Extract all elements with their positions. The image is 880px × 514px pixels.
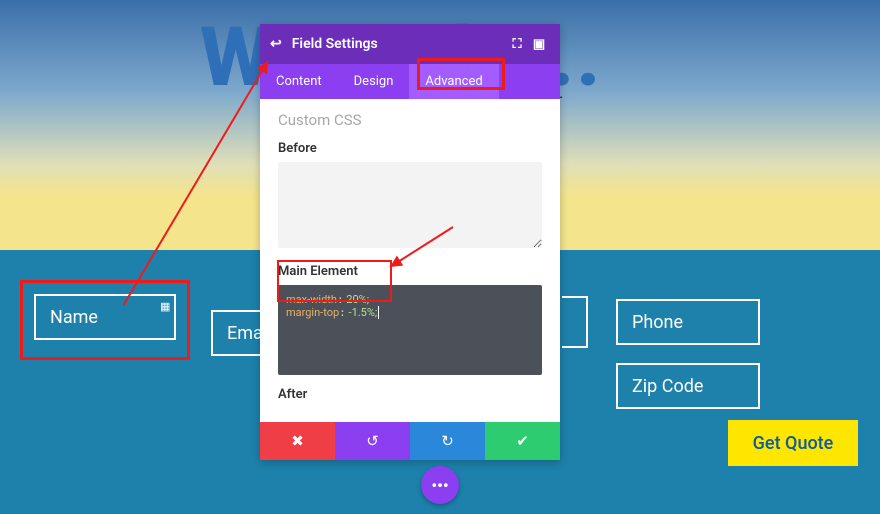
modal-header: ↩ Field Settings ⛶ ▣	[260, 24, 560, 64]
modal-tabs: Content Design Advanced	[260, 64, 560, 99]
get-quote-label: Get Quote	[753, 433, 834, 454]
dock-icon[interactable]: ▣	[528, 37, 550, 52]
cursor-icon	[378, 306, 379, 319]
modal-button-row: ✖ ↺ ↻ ✔	[260, 422, 560, 460]
back-icon[interactable]: ↩	[270, 36, 282, 52]
save-button[interactable]: ✔	[485, 422, 560, 460]
field-settings-modal: ↩ Field Settings ⛶ ▣ Content Design Adva…	[260, 24, 560, 460]
expand-icon[interactable]: ⛶	[506, 37, 528, 52]
annotation-box-name	[20, 280, 190, 360]
partial-field-border	[562, 296, 588, 348]
phone-field[interactable]: Phone	[616, 299, 760, 345]
undo-button[interactable]: ↺	[335, 422, 410, 460]
phone-field-label: Phone	[632, 312, 683, 333]
zip-field[interactable]: Zip Code	[616, 363, 760, 409]
redo-button[interactable]: ↻	[410, 422, 485, 460]
css-val-2: -1.5%;	[346, 306, 377, 319]
section-title: Custom CSS	[278, 111, 542, 129]
zip-field-label: Zip Code	[632, 376, 703, 397]
dots-icon: •••	[431, 476, 448, 495]
css-prop-2: margin-top	[286, 306, 339, 319]
get-quote-button[interactable]: Get Quote	[728, 420, 858, 466]
close-icon: ✖	[291, 432, 304, 450]
modal-title: Field Settings	[292, 36, 378, 52]
annotation-box-css	[277, 260, 392, 302]
undo-icon: ↺	[366, 432, 379, 450]
tab-content[interactable]: Content	[260, 64, 338, 99]
check-icon: ✔	[516, 432, 529, 450]
tab-design[interactable]: Design	[338, 64, 410, 99]
redo-icon: ↻	[441, 432, 454, 450]
cancel-button[interactable]: ✖	[260, 422, 335, 460]
annotation-box-tab	[417, 58, 505, 90]
builder-fab-button[interactable]: •••	[421, 466, 459, 504]
before-input[interactable]	[278, 162, 542, 248]
after-label: After	[278, 387, 542, 402]
before-label: Before	[278, 141, 542, 156]
